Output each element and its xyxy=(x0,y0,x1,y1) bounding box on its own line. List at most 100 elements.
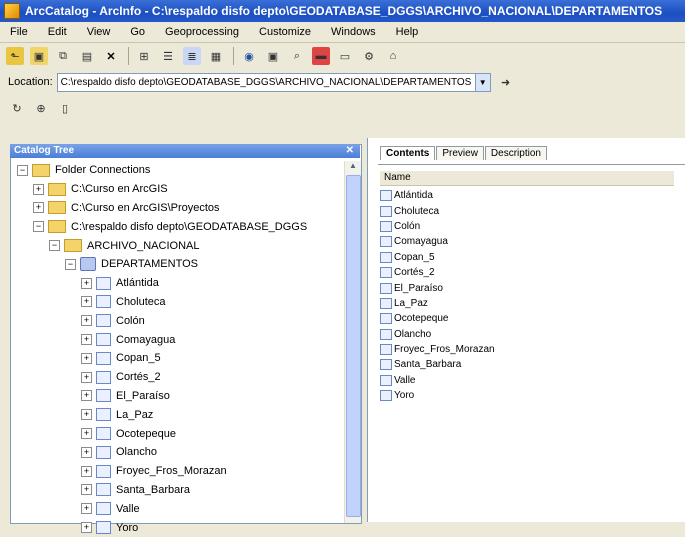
tree-node-feature-class[interactable]: + La_Paz xyxy=(11,405,341,424)
catalog-window-icon[interactable]: ▣ xyxy=(264,47,282,65)
toolbox-icon[interactable]: ▬ xyxy=(312,47,330,65)
paste-icon[interactable]: ▤ xyxy=(78,47,96,65)
feature-class-icon xyxy=(96,295,111,309)
tree-node-connection[interactable]: − C:\respaldo disfo depto\GEODATABASE_DG… xyxy=(11,217,341,236)
menu-edit[interactable]: Edit xyxy=(38,26,77,38)
tree-node-feature-class[interactable]: + Yoro xyxy=(11,518,341,537)
refresh-icon[interactable]: ↻ xyxy=(8,99,26,117)
expand-icon[interactable]: + xyxy=(81,296,92,308)
new-item-icon[interactable]: ▯ xyxy=(56,99,74,117)
list-item[interactable]: Valle xyxy=(380,373,495,388)
list-item[interactable]: Froyec_Fros_Morazan xyxy=(380,342,495,357)
expand-icon[interactable]: + xyxy=(33,183,44,195)
tree-node-geodatabase[interactable]: − ARCHIVO_NACIONAL xyxy=(11,236,341,255)
go-arrow-icon[interactable]: ➜ xyxy=(497,73,515,91)
menu-geoprocessing[interactable]: Geoprocessing xyxy=(155,26,249,38)
delete-icon[interactable]: ✕ xyxy=(102,47,120,65)
column-header-name[interactable]: Name xyxy=(380,171,674,186)
tree-scrollbar[interactable]: ▲ xyxy=(344,161,361,523)
tree-node-feature-class[interactable]: + Valle xyxy=(11,499,341,518)
expand-icon[interactable]: + xyxy=(81,371,92,383)
pane-title: Catalog Tree xyxy=(14,145,75,156)
tree-node-connection[interactable]: + C:\Curso en ArcGIS xyxy=(11,180,341,199)
list-item[interactable]: Comayagua xyxy=(380,234,495,249)
expand-icon[interactable]: + xyxy=(81,503,92,515)
connect-folder-icon[interactable]: ▣ xyxy=(30,47,48,65)
copy-icon[interactable]: ⧉ xyxy=(54,47,72,65)
tree-node-feature-class[interactable]: + Atlántida xyxy=(11,274,341,293)
tree-node-dataset[interactable]: − DEPARTAMENTOS xyxy=(11,255,341,274)
tree-node-feature-class[interactable]: + Santa_Barbara xyxy=(11,481,341,500)
list-item[interactable]: El_Paraíso xyxy=(380,280,495,295)
feature-class-icon xyxy=(380,297,392,309)
tab-description[interactable]: Description xyxy=(484,146,547,160)
list-item[interactable]: Colón xyxy=(380,219,495,234)
expand-icon[interactable]: + xyxy=(81,390,92,402)
tree-node-feature-class[interactable]: + Colón xyxy=(11,311,341,330)
tree-node-feature-class[interactable]: + Ocotepeque xyxy=(11,424,341,443)
tree-node-connection[interactable]: + C:\Curso en ArcGIS\Proyectos xyxy=(11,199,341,218)
menu-go[interactable]: Go xyxy=(120,26,155,38)
list-item[interactable]: Copan_5 xyxy=(380,250,495,265)
secondary-toolbar: ↻ ⊕ ▯ xyxy=(0,96,685,120)
tree-node-folder-connections[interactable]: − Folder Connections xyxy=(11,161,341,180)
list-item[interactable]: Santa_Barbara xyxy=(380,357,495,372)
chevron-down-icon[interactable]: ▼ xyxy=(475,72,491,92)
tree-node-feature-class[interactable]: + Cortés_2 xyxy=(11,368,341,387)
location-input[interactable]: C:\respaldo disfo depto\GEODATABASE_DGGS… xyxy=(56,72,476,92)
metadata-icon[interactable]: ⌂ xyxy=(384,47,402,65)
tree-node-label: Atlántida xyxy=(116,277,159,290)
collapse-icon[interactable]: − xyxy=(33,221,44,233)
tree-node-feature-class[interactable]: + Comayagua xyxy=(11,330,341,349)
menu-help[interactable]: Help xyxy=(386,26,429,38)
expand-icon[interactable]: + xyxy=(81,409,92,421)
expand-icon[interactable]: + xyxy=(33,202,44,214)
scrollbar-thumb[interactable] xyxy=(346,175,361,517)
connect-icon[interactable]: ⊕ xyxy=(32,99,50,117)
expand-icon[interactable]: + xyxy=(81,522,92,534)
launch-arcmap-icon[interactable]: ◉ xyxy=(240,47,258,65)
tree-node-feature-class[interactable]: + Olancho xyxy=(11,443,341,462)
close-icon[interactable]: ✕ xyxy=(346,144,354,158)
expand-icon[interactable]: + xyxy=(81,446,92,458)
list-item[interactable]: Cortés_2 xyxy=(380,265,495,280)
expand-icon[interactable]: + xyxy=(81,277,92,289)
tree-node-feature-class[interactable]: + Froyec_Fros_Morazan xyxy=(11,462,341,481)
feature-class-icon xyxy=(380,328,392,340)
expand-icon[interactable]: + xyxy=(81,352,92,364)
thumbnails-icon[interactable]: ▦ xyxy=(207,47,225,65)
details-icon[interactable]: ≣ xyxy=(183,47,201,65)
list-item[interactable]: Atlántida xyxy=(380,188,495,203)
search-icon[interactable]: ⌕ xyxy=(288,47,306,65)
tree-node-feature-class[interactable]: + El_Paraíso xyxy=(11,387,341,406)
expand-icon[interactable]: + xyxy=(81,315,92,327)
collapse-icon[interactable]: − xyxy=(49,240,60,252)
tab-contents[interactable]: Contents xyxy=(380,146,436,160)
scroll-up-icon[interactable]: ▲ xyxy=(346,161,360,173)
model-builder-icon[interactable]: ⚙ xyxy=(360,47,378,65)
expand-icon[interactable]: + xyxy=(81,465,92,477)
up-one-level-icon[interactable]: ⬑ xyxy=(6,47,24,65)
list-item[interactable]: Choluteca xyxy=(380,203,495,218)
python-icon[interactable]: ▭ xyxy=(336,47,354,65)
list-item[interactable]: Yoro xyxy=(380,388,495,403)
large-icons-icon[interactable]: ⊞ xyxy=(135,47,153,65)
list-icon[interactable]: ☰ xyxy=(159,47,177,65)
collapse-icon[interactable]: − xyxy=(17,164,28,176)
menu-windows[interactable]: Windows xyxy=(321,26,386,38)
expand-icon[interactable]: + xyxy=(81,484,92,496)
tree-node-label: C:\Curso en ArcGIS xyxy=(71,183,168,196)
menu-view[interactable]: View xyxy=(77,26,121,38)
menu-customize[interactable]: Customize xyxy=(249,26,321,38)
list-item[interactable]: Olancho xyxy=(380,327,495,342)
collapse-icon[interactable]: − xyxy=(65,258,76,270)
expand-icon[interactable]: + xyxy=(81,428,92,440)
tree-node-feature-class[interactable]: + Copan_5 xyxy=(11,349,341,368)
expand-icon[interactable]: + xyxy=(81,334,92,346)
tree-node-feature-class[interactable]: + Choluteca xyxy=(11,293,341,312)
tab-preview[interactable]: Preview xyxy=(436,146,484,160)
list-item[interactable]: Ocotepeque xyxy=(380,311,495,326)
tree-node-label: Cortés_2 xyxy=(116,371,161,384)
list-item[interactable]: La_Paz xyxy=(380,296,495,311)
menu-file[interactable]: File xyxy=(0,26,38,38)
